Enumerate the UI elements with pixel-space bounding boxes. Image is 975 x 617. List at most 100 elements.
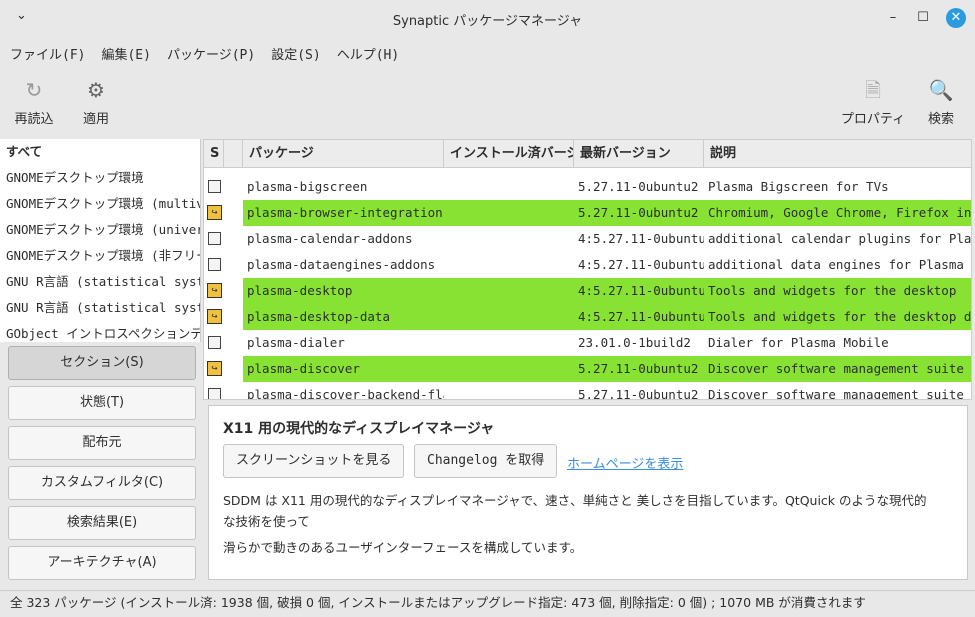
col-installed[interactable]: インストール済バージョン [444,140,574,167]
installed-version [444,330,574,356]
gears-icon: ⚙ [87,78,105,102]
details-title: X11 用の現代的なディスプレイマネージャ [223,421,495,437]
package-description: Discover software management suite - F [708,387,972,400]
title-bar: ⌄ Synaptic パッケージマネージャ – ☐ ✕ [0,0,975,36]
latest-version: 4:5.27.11-0ubuntu2 [578,309,704,324]
filter-item[interactable]: GObject イントロスペクションデータ [0,321,200,342]
details-pane: X11 用の現代的なディスプレイマネージャ スクリーンショットを見る Chang… [208,405,968,580]
upgradable-icon[interactable]: ↪ [207,283,222,298]
table-header: S パッケージ インストール済バージョン 最新バージョン 説明 [204,140,971,168]
package-name: plasma-browser-integration [247,205,443,220]
filter-item[interactable]: GNOMEデスクトップ環境 [0,165,200,191]
filter-item[interactable]: GNU R言語 (statistical system) [0,295,200,321]
package-description: Dialer for Plasma Mobile [708,335,889,350]
search-results-button[interactable]: 検索結果(E) [8,506,196,540]
checkbox-icon[interactable] [208,336,221,349]
table-row[interactable]: ↪ plasma-browser-integration 5.27.11-0ubun… [204,200,972,226]
checkbox-icon[interactable] [208,180,221,193]
latest-version: 5.27.11-0ubuntu2 [578,205,699,220]
filter-item[interactable]: GNOMEデスクトップ環境 (multiverse) [0,191,200,217]
installed-version [444,252,574,278]
homepage-link[interactable]: ホームページを表示 [567,453,683,472]
col-status[interactable]: S [204,140,224,167]
reload-icon: ↻ [25,78,43,102]
properties-icon: 🗎 [864,78,882,102]
custom-filter-button[interactable]: カスタムフィルタ(C) [8,466,196,500]
table-row[interactable]: ↪ plasma-discover 5.27.11-0ubuntu2 Discover… [204,356,971,382]
status-button[interactable]: 状態(T) [8,386,196,420]
details-desc-line3: 滑らかで動きのあるユーザインターフェースを構成しています。 [223,540,583,555]
filter-item[interactable]: GNOMEデスクトップ環境 (非フリー) [0,243,200,269]
table-row[interactable]: ↪ plasma-desktop-data 4:5.27.11-0ubuntu2 To… [204,304,972,330]
installed-version [444,226,574,252]
checkbox-icon[interactable] [208,232,221,245]
col-description[interactable]: 説明 [704,140,971,167]
package-name: plasma-desktop-data [247,309,390,324]
status-bar: 全 323 パッケージ (インストール済: 1938 個, 破損 0 個, イン… [0,590,975,617]
package-description: additional data engines for Plasma [708,257,964,272]
col-package[interactable]: パッケージ [243,140,444,167]
menu-file[interactable]: ファイル(F) [10,44,85,63]
latest-version: 4:5.27.11-0ubuntu3 [578,257,704,272]
screenshot-button[interactable]: スクリーンショットを見る [223,444,405,478]
package-name: plasma-discover [247,361,360,376]
latest-version: 5.27.11-0ubuntu2 [578,361,699,376]
menu-package[interactable]: パッケージ(P) [167,44,255,63]
menu-settings[interactable]: 設定(S) [271,44,320,63]
checkbox-icon[interactable] [208,258,221,271]
reload-button[interactable]: ↻ 再読込 [12,78,56,127]
checkbox-icon[interactable] [208,388,221,399]
package-description: Plasma Bigscreen for TVs [708,179,889,194]
installed-version [444,174,574,200]
menu-help[interactable]: ヘルプ(H) [337,44,399,63]
latest-version: 5.27.11-0ubuntu2 [578,179,699,194]
sections-button[interactable]: セクション(S) [8,346,196,380]
apply-button[interactable]: ⚙ 適用 [76,78,116,127]
upgradable-icon[interactable]: ↪ [207,205,222,220]
table-row[interactable]: plasma-bigscreen 5.27.11-0ubuntu2 Plasma B… [204,174,971,200]
menu-bar: ファイル(F) 編集(E) パッケージ(P) 設定(S) ヘルプ(H) [10,44,399,63]
table-row[interactable]: plasma-discover-backend-flatpak 5.27.11-0… [204,382,972,400]
col-latest[interactable]: 最新バージョン [574,140,704,167]
table-row[interactable]: plasma-dataengines-addons 4:5.27.11-0ubun… [204,252,971,278]
table-row[interactable]: plasma-calendar-addons 4:5.27.11-0ubuntu3… [204,226,972,252]
package-description: Chromium, Google Chrome, Firefox integra… [708,205,972,220]
package-name: plasma-bigscreen [247,179,368,194]
package-name: plasma-dataengines-addons [247,257,436,272]
filter-item[interactable]: すべて [0,139,200,165]
package-description: Tools and widgets for the desktop data [708,309,972,324]
close-icon[interactable]: ✕ [946,8,966,28]
latest-version: 4:5.27.11-0ubuntu2 [578,283,704,298]
window-title: Synaptic パッケージマネージャ [392,14,583,29]
changelog-button[interactable]: Changelog を取得 [414,444,558,478]
upgradable-icon[interactable]: ↪ [207,309,222,324]
menu-edit[interactable]: 編集(E) [101,44,150,63]
col-support[interactable] [224,140,243,167]
filter-item[interactable]: GNOMEデスクトップ環境 (universe) [0,217,200,243]
filter-item[interactable]: GNU R言語 (statistical system) [0,269,200,295]
package-table: S パッケージ インストール済バージョン 最新バージョン 説明 plasma-b… [203,139,972,400]
installed-version [444,200,574,226]
properties-button[interactable]: 🗎 プロパティ [838,78,908,127]
details-desc-line2: な技術を使って [223,514,310,529]
package-name: plasma-dialer [247,335,345,350]
installed-version [444,356,574,382]
maximize-icon[interactable]: ☐ [914,9,932,27]
table-row[interactable]: ↪ plasma-desktop 4:5.27.11-0ubuntu2 Tools a… [204,278,971,304]
package-name: plasma-calendar-addons [247,231,413,246]
filter-list: すべて GNOMEデスクトップ環境 GNOMEデスクトップ環境 (multive… [0,139,201,342]
latest-version: 5.27.11-0ubuntu2 [578,387,699,400]
minimize-icon[interactable]: – [884,9,902,27]
architecture-button[interactable]: アーキテクチャ(A) [8,546,196,580]
table-row[interactable]: plasma-dialer 23.01.0-1build2 Dialer for P… [204,330,971,356]
origin-button[interactable]: 配布元 [8,426,196,460]
search-button[interactable]: 🔍 検索 [924,78,958,127]
details-desc-line1: SDDM は X11 用の現代的なディスプレイマネージャで、速さ、単純さと 美し… [223,493,927,508]
installed-version [444,382,574,399]
upgradable-icon[interactable]: ↪ [207,361,222,376]
installed-version [444,278,574,304]
package-description: additional calendar plugins for Plasma [708,231,972,246]
latest-version: 4:5.27.11-0ubuntu3 [578,231,704,246]
installed-version [444,304,574,330]
package-description: Tools and widgets for the desktop [708,283,957,298]
